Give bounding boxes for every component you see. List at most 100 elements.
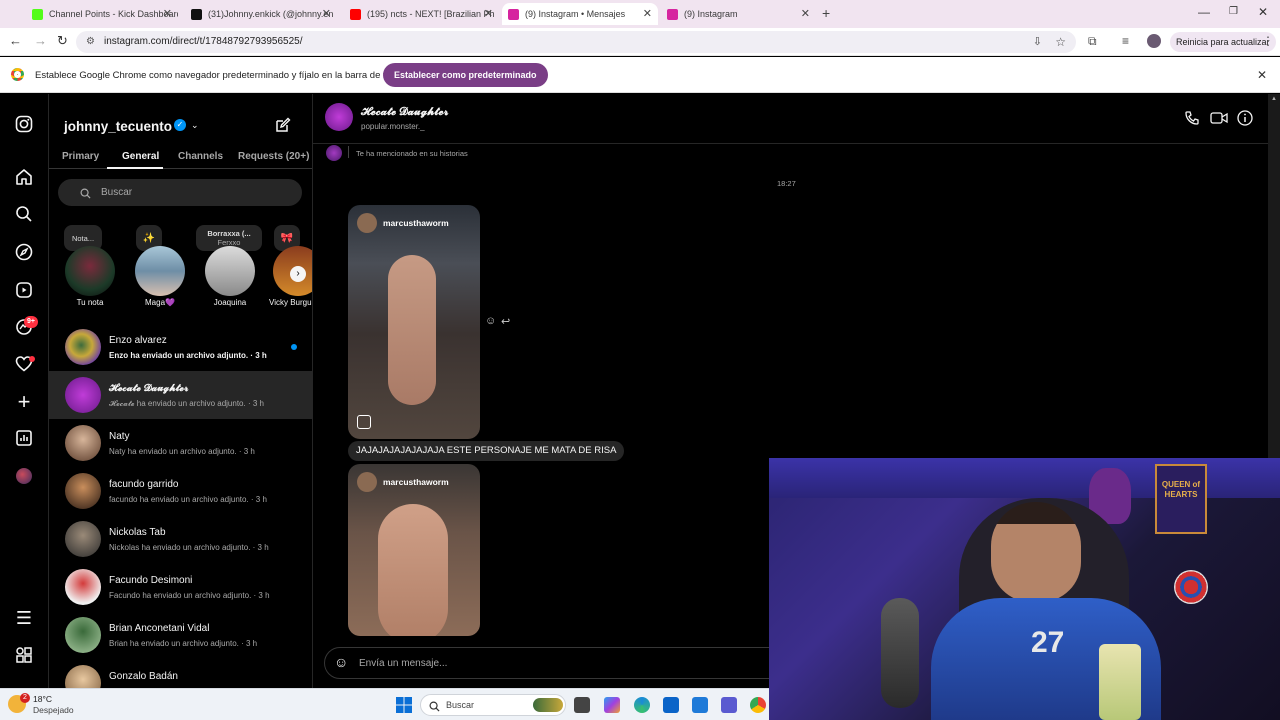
search-input[interactable]: Buscar — [58, 179, 302, 206]
windows-start-icon[interactable] — [396, 697, 412, 713]
site-info-icon[interactable]: ⚙ — [86, 31, 95, 53]
home-icon[interactable] — [14, 168, 34, 188]
conversation-preview: 𝓗𝓮𝓬𝓪𝓽𝓮 ha enviado un archivo adjunto. · … — [109, 399, 264, 408]
profile-avatar[interactable] — [16, 468, 32, 484]
reel-author-avatar — [357, 213, 377, 233]
conversation-item[interactable]: Facundo Desimoni Facundo ha enviado un a… — [49, 563, 312, 611]
reply-icon[interactable]: ↩ — [501, 315, 510, 328]
tab-close-icon[interactable]: ✕ — [801, 7, 810, 20]
profile-avatar[interactable] — [1147, 34, 1161, 48]
new-message-icon[interactable] — [275, 117, 291, 138]
avatar — [65, 425, 101, 461]
scroll-up-icon[interactable]: ▲ — [1271, 96, 1277, 102]
outlook-icon[interactable] — [663, 697, 679, 713]
set-default-button[interactable]: Establecer como predeterminado — [383, 63, 548, 87]
browser-tab-instagram-messages[interactable]: (9) Instagram • Mensajes ✕ — [502, 3, 658, 25]
conversation-item[interactable]: Naty Naty ha enviado un archivo adjunto.… — [49, 419, 312, 467]
reel-icon — [357, 415, 371, 429]
chat-header: 𝓗𝓮𝓬𝓪𝓽𝓮 𝓓𝓪𝓾𝓰𝓱𝓽𝓮𝓻 popular.monster._ — [313, 94, 1268, 144]
edge-icon[interactable] — [634, 697, 650, 713]
tab-close-icon[interactable]: ✕ — [484, 7, 493, 20]
browser-tab-kick[interactable]: Channel Points - Kick Dashboard ✕ — [26, 3, 178, 25]
weather-text: Despejado — [33, 705, 74, 715]
tab-requests[interactable]: Requests (20+) — [238, 151, 309, 162]
message-bubble[interactable]: JAJAJAJAJAJAJAJA ESTE PERSONAJE ME MATA … — [348, 441, 625, 461]
media-controls-icon[interactable]: ≡ — [1122, 34, 1129, 48]
chevron-down-icon[interactable]: ⌄ — [191, 120, 199, 131]
tab-channels[interactable]: Channels — [178, 151, 223, 162]
story-avatar[interactable] — [205, 246, 255, 296]
search-highlight-icon — [533, 698, 563, 712]
bookmark-star-icon[interactable]: ☆ — [1055, 31, 1066, 53]
back-icon[interactable]: ← — [9, 33, 22, 48]
new-tab-icon[interactable]: + — [822, 5, 830, 21]
also-from-meta-icon[interactable] — [14, 646, 34, 666]
address-bar[interactable]: ⚙ instagram.com/direct/t/178487927939565… — [76, 31, 1076, 53]
story-avatar[interactable] — [65, 246, 115, 296]
explore-compass-icon[interactable] — [14, 243, 34, 263]
dashboard-icon[interactable] — [14, 429, 34, 449]
forward-icon[interactable]: → — [34, 33, 47, 48]
taskbar-search[interactable]: Buscar — [420, 694, 566, 716]
search-icon[interactable] — [14, 205, 34, 225]
chat-title[interactable]: 𝓗𝓮𝓬𝓪𝓽𝓮 𝓓𝓪𝓾𝓰𝓱𝓽𝓮𝓻 — [361, 106, 448, 119]
create-plus-icon[interactable]: + — [14, 391, 34, 413]
video-call-icon[interactable] — [1210, 110, 1228, 131]
conversation-item-selected[interactable]: 𝓗𝓮𝓬𝓪𝓽𝓮 𝓓𝓪𝓾𝓰𝓱𝓽𝓮𝓻 𝓗𝓮𝓬𝓪𝓽𝓮 ha enviado un arc… — [49, 371, 312, 419]
conversation-info-icon[interactable] — [1237, 110, 1253, 131]
weather-badge: 2 — [20, 693, 30, 703]
reload-icon[interactable]: ↻ — [57, 33, 68, 49]
more-menu-icon[interactable]: ⋮ — [1262, 34, 1274, 48]
instagram-logo-icon[interactable] — [14, 115, 34, 135]
account-username[interactable]: johnny_tecuento — [64, 119, 172, 134]
conversation-item[interactable]: Enzo alvarez Enzo ha enviado un archivo … — [49, 323, 312, 371]
extensions-icon[interactable]: ⧉ — [1088, 34, 1097, 49]
active-tab-underline — [107, 167, 163, 169]
browser-tab-instagram[interactable]: (9) Instagram ✕ — [661, 3, 816, 25]
browser-tab-youtube[interactable]: (195) ncts - NEXT! [Brazilian Ph ✕ — [344, 3, 499, 25]
instagram-favicon-icon — [508, 8, 519, 20]
conversation-preview: Naty ha enviado un archivo adjunto. · 3 … — [109, 447, 255, 456]
tab-close-icon[interactable]: ✕ — [322, 7, 331, 20]
infobar-close-icon[interactable]: ✕ — [1257, 68, 1267, 82]
story-avatar[interactable] — [135, 246, 185, 296]
notes-next-icon[interactable]: › — [290, 266, 306, 282]
search-placeholder: Buscar — [101, 187, 133, 198]
conversation-item[interactable]: Nickolas Tab Nickolas ha enviado un arch… — [49, 515, 312, 563]
tab-close-icon[interactable]: ✕ — [163, 7, 172, 20]
task-view-icon[interactable] — [574, 697, 590, 713]
window-close-icon[interactable]: ✕ — [1258, 5, 1268, 19]
audio-call-icon[interactable] — [1184, 110, 1200, 131]
avatar — [65, 569, 101, 605]
restore-icon[interactable]: ❐ — [1229, 6, 1238, 17]
reels-icon[interactable] — [14, 281, 34, 301]
tab-close-icon[interactable]: ✕ — [643, 7, 652, 20]
tab-title: (31)Johnny.enkick (@johnny.en — [208, 9, 334, 19]
more-menu-icon[interactable]: ☰ — [14, 608, 34, 628]
conversation-item[interactable]: facundo garrido facundo ha enviado un ar… — [49, 467, 312, 515]
tab-general[interactable]: General — [122, 151, 159, 162]
unread-dot — [291, 344, 297, 350]
avatar — [65, 329, 101, 365]
tab-primary[interactable]: Primary — [62, 151, 99, 162]
shared-reel-card[interactable]: marcusthaworm — [348, 464, 480, 636]
chat-avatar[interactable] — [325, 103, 353, 131]
conversation-item[interactable]: Gonzalo Badán — [49, 659, 312, 688]
tiktok-favicon-icon — [191, 8, 202, 20]
webcam-overlay: QUEEN of HEARTS 27 — [769, 458, 1280, 720]
conversation-item[interactable]: Brian Anconetani Vidal Brian ha enviado … — [49, 611, 312, 659]
react-emoji-icon[interactable]: ☺ — [485, 315, 496, 327]
emoji-picker-icon[interactable]: ☺ — [334, 654, 348, 670]
teams-icon[interactable] — [721, 697, 737, 713]
store-icon[interactable] — [692, 697, 708, 713]
install-app-icon[interactable]: ⇩ — [1033, 31, 1042, 53]
minimize-icon[interactable]: — — [1198, 5, 1210, 19]
note-text: 🎀 — [280, 233, 294, 244]
update-button[interactable]: Reinicia para actualizar — [1170, 32, 1276, 52]
shared-reel-card[interactable]: marcusthaworm — [348, 205, 480, 439]
chrome-taskbar-icon[interactable] — [750, 697, 766, 713]
tabs-divider — [49, 168, 312, 169]
inbox-panel: johnny_tecuento ✓ ⌄ Primary General Chan… — [49, 94, 313, 688]
browser-tab-tiktok[interactable]: (31)Johnny.enkick (@johnny.en ✕ — [185, 3, 337, 25]
copilot-icon[interactable] — [604, 697, 620, 713]
